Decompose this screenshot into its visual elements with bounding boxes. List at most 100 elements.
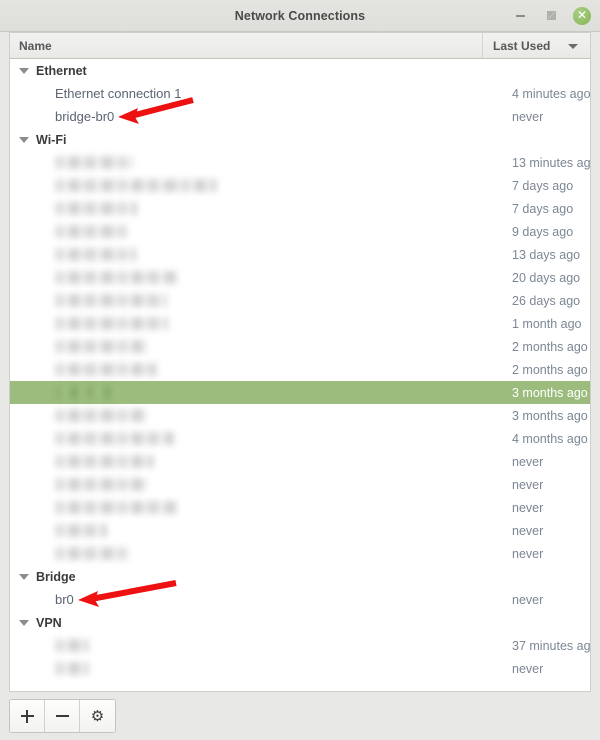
column-header-last-used-label: Last Used (493, 38, 551, 53)
connection-row[interactable]: 13 minutes ago (10, 151, 590, 174)
connection-row[interactable]: 7 days ago (10, 174, 590, 197)
connection-name: br0 (55, 592, 74, 607)
connection-row[interactable]: never (10, 473, 590, 496)
connection-name-redacted (55, 156, 133, 169)
connection-last-used: 4 months ago (512, 431, 588, 446)
group-label: VPN (36, 615, 62, 630)
connection-last-used: never (512, 477, 544, 492)
add-connection-button[interactable] (10, 700, 45, 732)
group-row-ethernet[interactable]: Ethernet (10, 59, 590, 82)
connection-last-used: 7 days ago (512, 178, 574, 193)
connection-last-used: 4 minutes ago (512, 86, 591, 101)
connection-name-redacted (55, 478, 147, 491)
connection-name-redacted (55, 248, 136, 261)
group-row-wi-fi[interactable]: Wi-Fi (10, 128, 590, 151)
maximize-button[interactable] (541, 6, 561, 26)
connection-row[interactable]: 3 months ago (10, 404, 590, 427)
sort-descending-icon (568, 43, 578, 49)
connection-row[interactable]: never (10, 496, 590, 519)
connection-last-used: 13 days ago (512, 247, 581, 262)
connection-name-redacted (55, 639, 89, 652)
window-title: Network Connections (234, 8, 366, 23)
connection-last-used: 9 days ago (512, 224, 574, 239)
group-label: Bridge (36, 569, 76, 584)
connection-row[interactable]: 20 days ago (10, 266, 590, 289)
connection-last-used: 13 minutes ago (512, 155, 591, 170)
connection-name-redacted (55, 524, 107, 537)
connection-name-redacted (55, 271, 177, 284)
toolbar-button-group: ⚙ (9, 699, 116, 733)
connection-row[interactable]: 26 days ago (10, 289, 590, 312)
plus-icon (20, 709, 34, 723)
connection-name-redacted (55, 547, 127, 560)
connection-name-redacted (55, 455, 154, 468)
connection-name-redacted (55, 294, 167, 307)
connection-last-used: 3 months ago (512, 385, 588, 400)
group-label: Ethernet (36, 63, 87, 78)
column-header-name[interactable]: Name (10, 33, 483, 58)
connection-name: bridge-br0 (55, 109, 115, 124)
connection-name: Ethernet connection 1 (55, 86, 182, 101)
connection-row[interactable]: 4 months ago (10, 427, 590, 450)
connection-row[interactable]: 9 days ago (10, 220, 590, 243)
window-content: Name Last Used Ethernet Ethernet connecti… (9, 32, 591, 692)
connection-row[interactable]: bridge-br0 never (10, 105, 590, 128)
column-header-name-label: Name (19, 38, 52, 53)
connection-row[interactable]: br0 never (10, 588, 590, 611)
minimize-icon (515, 14, 525, 17)
edit-connection-button[interactable]: ⚙ (80, 700, 115, 732)
connection-row[interactable]: 13 days ago (10, 243, 590, 266)
connection-last-used: never (512, 523, 544, 538)
chevron-down-icon[interactable] (19, 136, 29, 143)
connection-name-redacted (55, 202, 137, 215)
connection-last-used: never (512, 592, 544, 607)
connection-name-redacted (55, 340, 147, 353)
connection-row[interactable]: 2 months ago (10, 335, 590, 358)
connection-row[interactable]: Ethernet connection 1 4 minutes ago (10, 82, 590, 105)
connection-name-redacted (55, 179, 217, 192)
network-connections-window: Network Connections ✕ Name Last Used Eth… (0, 0, 600, 740)
close-icon: ✕ (573, 6, 591, 25)
connection-last-used: 7 days ago (512, 201, 574, 216)
connection-row[interactable]: 2 months ago (10, 358, 590, 381)
group-label: Wi-Fi (36, 132, 67, 147)
gear-icon: ⚙ (90, 706, 105, 725)
connection-name-redacted (55, 386, 117, 399)
close-button[interactable]: ✕ (572, 6, 592, 26)
connection-row[interactable]: 7 days ago (10, 197, 590, 220)
window-controls: ✕ (510, 0, 592, 31)
connection-last-used: 1 month ago (512, 316, 582, 331)
connection-row[interactable]: never (10, 450, 590, 473)
column-headers: Name Last Used (9, 32, 591, 59)
connection-row[interactable]: 37 minutes ago (10, 634, 590, 657)
connection-last-used: 26 days ago (512, 293, 581, 308)
chevron-down-icon[interactable] (19, 67, 29, 74)
minimize-button[interactable] (510, 6, 530, 26)
connection-name-redacted (55, 662, 89, 675)
connection-row[interactable]: 3 months ago (10, 381, 590, 404)
connection-name-redacted (55, 317, 168, 330)
chevron-down-icon[interactable] (19, 619, 29, 626)
maximize-icon (546, 11, 556, 20)
connection-last-used: never (512, 109, 544, 124)
connection-row[interactable]: never (10, 657, 590, 680)
minus-icon (55, 710, 69, 723)
group-row-bridge[interactable]: Bridge (10, 565, 590, 588)
column-header-last-used[interactable]: Last Used (483, 33, 590, 58)
remove-connection-button[interactable] (45, 700, 80, 732)
connection-last-used: 37 minutes ago (512, 638, 591, 653)
chevron-down-icon[interactable] (19, 573, 29, 580)
title-bar: Network Connections ✕ (0, 0, 600, 32)
connection-row[interactable]: 1 month ago (10, 312, 590, 335)
connection-last-used: never (512, 454, 544, 469)
connection-name-redacted (55, 409, 147, 422)
connection-list[interactable]: Ethernet Ethernet connection 1 4 minutes a… (9, 59, 591, 692)
group-row-vpn[interactable]: VPN (10, 611, 590, 634)
connection-last-used: 3 months ago (512, 408, 588, 423)
connection-last-used: never (512, 661, 544, 676)
connection-row[interactable]: never (10, 542, 590, 565)
connection-name-redacted (55, 501, 177, 514)
connection-name-redacted (55, 363, 157, 376)
connection-last-used: never (512, 546, 544, 561)
connection-row[interactable]: never (10, 519, 590, 542)
